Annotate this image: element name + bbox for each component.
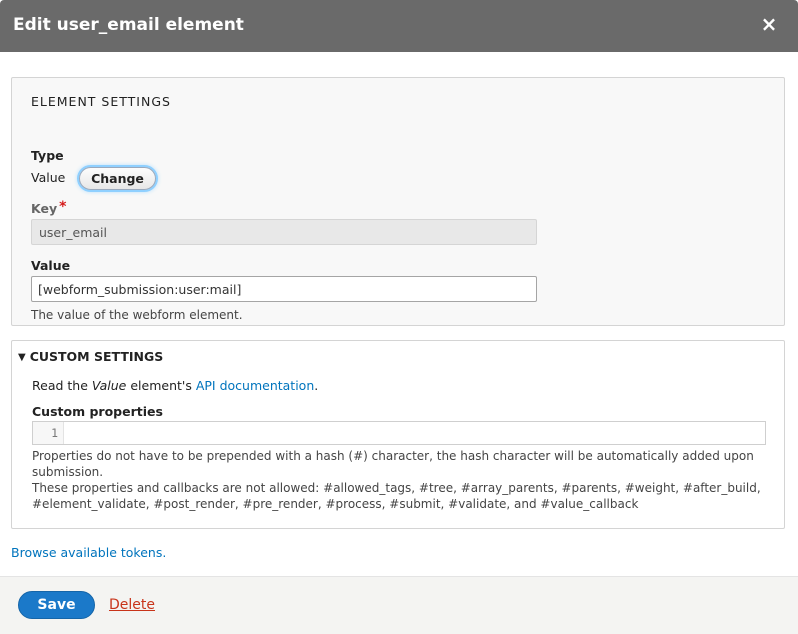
read-element: Value xyxy=(91,378,127,393)
value-field[interactable]: [webform_submission:user:mail] xyxy=(31,276,537,302)
desc-line: submission. xyxy=(32,465,104,479)
dialog-titlebar: Edit user_email element × xyxy=(0,0,798,52)
dialog-body: ELEMENT SETTINGS Type Value Change Key * … xyxy=(0,52,798,576)
element-settings-fieldset: ELEMENT SETTINGS Type Value Change Key * … xyxy=(11,77,785,326)
save-button[interactable]: Save xyxy=(18,591,95,619)
key-label-text: Key xyxy=(31,201,58,216)
delete-link[interactable]: Delete xyxy=(109,597,155,613)
desc-line: #element_validate, #post_render, #pre_re… xyxy=(32,497,639,511)
custom-properties-label: Custom properties xyxy=(32,404,163,419)
desc-line: These properties and callbacks are not a… xyxy=(32,481,761,495)
element-settings-legend: ELEMENT SETTINGS xyxy=(31,94,171,109)
type-label: Type xyxy=(31,148,64,163)
read-prefix: Read the xyxy=(32,378,92,393)
value-description: The value of the webform element. xyxy=(31,308,243,322)
dialog-title: Edit user_email element xyxy=(13,15,244,35)
custom-properties-editor[interactable]: 1 xyxy=(32,421,766,445)
value-label: Value xyxy=(31,258,71,273)
custom-settings-fieldset: ▼ CUSTOM SETTINGS Read the Value element'… xyxy=(11,340,785,529)
dialog-footer: Save Delete xyxy=(0,576,798,634)
desc-line: Properties do not have to be prepended w… xyxy=(32,449,754,463)
key-label: Key * xyxy=(31,199,67,217)
key-field: user_email xyxy=(31,219,537,245)
api-doc-sentence: Read the Value element's API documentati… xyxy=(32,378,318,393)
close-icon[interactable]: × xyxy=(758,13,780,35)
custom-properties-description: Properties do not have to be prepended w… xyxy=(32,448,761,512)
triangle-down-icon: ▼ xyxy=(18,352,26,363)
read-middle: element's xyxy=(126,378,196,393)
line-number: 1 xyxy=(33,422,64,444)
read-suffix: . xyxy=(314,378,319,393)
required-marker: * xyxy=(59,199,67,215)
custom-settings-title: CUSTOM SETTINGS xyxy=(29,349,164,364)
custom-settings-summary[interactable]: ▼ CUSTOM SETTINGS xyxy=(18,349,163,364)
api-documentation-link[interactable]: API documentation xyxy=(196,378,314,393)
change-type-button[interactable]: Change xyxy=(79,167,156,190)
type-value: Value xyxy=(31,170,66,185)
browse-tokens-link[interactable]: Browse available tokens. xyxy=(11,545,166,560)
